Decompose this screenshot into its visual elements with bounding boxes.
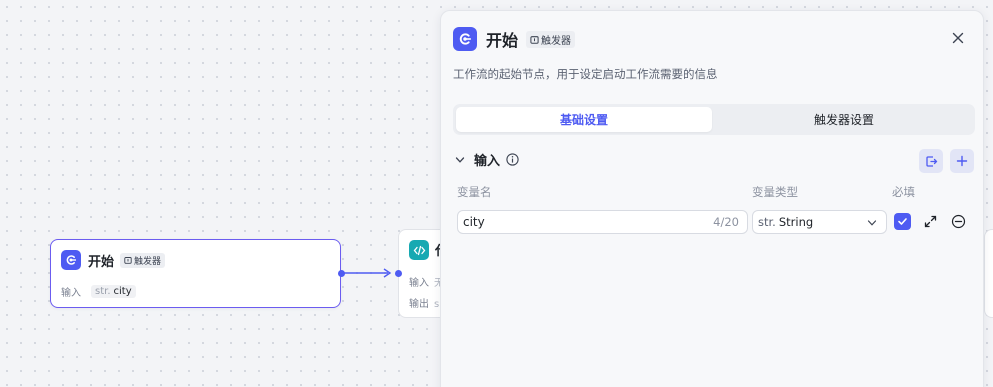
chevron-down-icon (867, 220, 877, 226)
panel-title: 开始 (486, 31, 519, 50)
import-variables-button[interactable] (919, 149, 943, 173)
info-icon[interactable] (506, 153, 519, 166)
start-app-icon (453, 27, 477, 51)
import-icon (925, 155, 937, 167)
column-variable-name: 变量名 (457, 185, 492, 199)
trigger-icon (530, 35, 539, 44)
add-variable-button[interactable] (950, 149, 974, 173)
column-variable-type: 变量类型 (752, 185, 798, 199)
next-node-partial[interactable] (984, 229, 993, 318)
column-required: 必填 (892, 185, 915, 199)
code-output-label: 输出 (409, 299, 429, 310)
input-section-header[interactable]: 输入 (455, 150, 519, 169)
code-input-port[interactable] (395, 270, 402, 277)
plus-icon (956, 155, 968, 167)
tab-basic-settings[interactable]: 基础设置 (456, 107, 712, 132)
input-label: 输入 (61, 288, 81, 299)
node-config-panel: 开始 触发器 工作流的起始节点，用于设定启动工作流需要的信息 基础设置 触发器设… (440, 10, 984, 387)
trigger-badge: 触发器 (526, 30, 576, 48)
expand-icon[interactable] (923, 214, 938, 229)
tab-trigger-settings[interactable]: 触发器设置 (716, 107, 972, 132)
trigger-icon (124, 257, 132, 264)
variable-type: str. (95, 286, 111, 297)
code-input-label: 输入 (409, 278, 429, 289)
variable-type-select[interactable]: str. String (752, 210, 887, 234)
code-output-row: 输出 s (409, 295, 439, 310)
start-node-title: 开始 (88, 254, 115, 270)
code-input-row: 输入无 (409, 274, 444, 289)
check-icon (898, 218, 907, 225)
start-app-icon (61, 250, 81, 270)
trigger-badge: 触发器 (120, 252, 166, 268)
variable-name-value: city (463, 215, 485, 229)
chevron-down-icon[interactable] (455, 155, 465, 165)
trigger-badge-label: 触发器 (134, 256, 162, 267)
variable-name-input[interactable]: city 4/20 (457, 210, 748, 234)
input-section-title: 输入 (474, 154, 501, 169)
required-checkbox[interactable] (894, 213, 911, 230)
variable-chip: str. city (91, 285, 136, 298)
trigger-badge-label: 触发器 (541, 35, 572, 47)
code-output-value: s (434, 299, 440, 310)
variable-name: city (113, 286, 132, 297)
type-label: String (778, 215, 814, 229)
type-prefix: str. (758, 215, 776, 229)
minus-circle-icon[interactable] (951, 214, 966, 229)
connection-edge[interactable] (344, 265, 396, 281)
start-node[interactable]: 开始 触发器 输入 str. city (50, 239, 341, 308)
variable-type-value: str. String (758, 215, 813, 229)
close-icon[interactable] (950, 30, 966, 46)
code-icon (409, 240, 429, 260)
settings-tabs: 基础设置 触发器设置 (453, 104, 975, 135)
char-count: 4/20 (713, 215, 739, 229)
panel-description: 工作流的起始节点，用于设定启动工作流需要的信息 (453, 67, 718, 81)
